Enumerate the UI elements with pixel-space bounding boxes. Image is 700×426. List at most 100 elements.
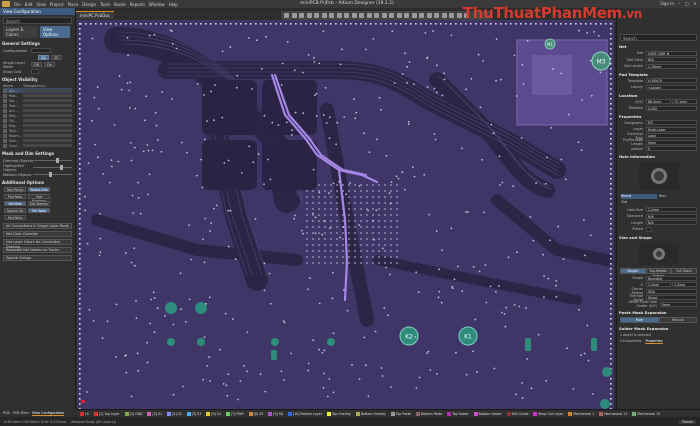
maximize-icon[interactable]: □ (684, 1, 690, 6)
masked-slider[interactable] (33, 172, 72, 177)
menu-item-edit[interactable]: Edit (25, 2, 33, 7)
offset-field[interactable]: 0mm (660, 301, 697, 307)
object-visibility-row[interactable]: Coor... (3, 143, 72, 148)
library-field[interactable]: <Local> (646, 84, 697, 90)
3d-button[interactable]: 3D (50, 55, 62, 60)
transparency-slider[interactable] (23, 129, 72, 132)
layer-tab[interactable]: [7] PWR (224, 411, 246, 417)
arc-icon[interactable] (419, 13, 424, 18)
pcb-canvas[interactable]: M3 M1 K2 K1 (77, 20, 614, 409)
option-toggle[interactable]: Special Str (4, 208, 26, 213)
menu-item-place[interactable]: Place (68, 2, 79, 7)
layer-tab[interactable]: [2] GND (123, 411, 145, 417)
net-section-header[interactable]: Net (619, 44, 698, 49)
view-configuration-tab[interactable]: View Configuration (31, 411, 65, 416)
solder-mask-header[interactable]: Solder Mask Expansion (619, 326, 698, 331)
layer-tab[interactable]: Drill Guide (505, 411, 531, 417)
layer-tab[interactable]: [10] Bottom Layer (286, 411, 324, 417)
hole-round-radio[interactable]: Round (621, 193, 657, 199)
simple-tab[interactable]: Simple (620, 267, 646, 274)
show-grid-toggle[interactable] (31, 69, 39, 74)
layer-tab[interactable]: [9] S6 (266, 411, 285, 417)
tab-view-options[interactable]: View Options (39, 26, 70, 38)
minimize-icon[interactable]: – (676, 1, 682, 6)
option-button[interactable]: Use Layer Colors for Connection Drawing (3, 239, 72, 249)
plated-checkbox[interactable] (646, 226, 652, 232)
align-icon[interactable] (314, 13, 319, 18)
layer-select[interactable]: Multi-Layer (646, 126, 697, 132)
room-icon[interactable] (404, 13, 409, 18)
mask-dim-header[interactable]: Mask and Dim Settings (2, 151, 73, 156)
menu-item-design[interactable]: Design (82, 2, 96, 7)
top-middle-bottom-tab[interactable]: Top-Middle-Bottom (645, 267, 672, 278)
3d-icon[interactable] (456, 13, 462, 18)
layer-tab[interactable]: Top Overlay (325, 411, 353, 417)
eye-icon[interactable] (3, 133, 7, 138)
rotation-field[interactable]: 0.000 (646, 105, 697, 111)
pcb-tab[interactable]: PCB (3, 411, 10, 415)
single-layer-off-button[interactable]: Off (31, 62, 43, 67)
location-header[interactable]: Location (619, 93, 698, 98)
component-icon[interactable] (321, 13, 327, 18)
pin-package-field[interactable]: 0mm (646, 139, 697, 145)
route-icon[interactable] (329, 13, 334, 18)
search-input[interactable]: Search (3, 17, 72, 24)
panels-button[interactable]: Panels (679, 419, 696, 424)
designator-field[interactable]: M3 (646, 120, 697, 125)
y-field[interactable]: 72.1mm (672, 99, 697, 104)
measure-icon[interactable] (389, 13, 394, 18)
layer-tab[interactable]: [8] S5 (247, 411, 266, 417)
add-icon[interactable] (291, 13, 297, 18)
layer-tab[interactable]: [6] S4 (204, 411, 223, 417)
layer-tab[interactable]: [3] S1 (145, 411, 164, 417)
hole-rect-radio[interactable]: Rect (659, 194, 695, 199)
option-toggle[interactable]: Via Span (28, 208, 50, 213)
properties-search-input[interactable]: Search (620, 34, 697, 41)
highlighted-slider[interactable] (33, 165, 72, 170)
dimension-icon[interactable] (381, 13, 387, 18)
full-stack-tab[interactable]: Full Stack (671, 267, 698, 274)
pad-icon[interactable] (426, 13, 432, 18)
layer-tab[interactable]: Keep-Out Layer (531, 411, 565, 417)
template-field[interactable]: c100h70 (646, 78, 697, 83)
option-button[interactable]: Net Color Override (3, 231, 72, 237)
transparency-slider[interactable] (23, 104, 72, 107)
components-tab[interactable]: Components (620, 339, 641, 344)
corner-radius-field[interactable]: 50% (646, 288, 697, 294)
object-visibility-header[interactable]: Object Visibility (2, 77, 73, 82)
layer-tab[interactable]: Top Solder (445, 411, 471, 417)
line-icon[interactable] (374, 13, 379, 18)
layer-tab[interactable]: LS (78, 411, 91, 417)
configuration-select[interactable] (31, 48, 51, 53)
eye-icon[interactable] (3, 123, 7, 128)
layer-tab[interactable]: Mechanical 15 (630, 411, 662, 417)
hole-info-header[interactable]: Hole information (619, 154, 698, 159)
menu-item-reports[interactable]: Reports (130, 2, 145, 7)
transparency-slider[interactable] (23, 134, 72, 137)
option-toggle[interactable]: Port Nets (4, 215, 26, 220)
length-field[interactable]: N/A (646, 220, 697, 225)
pad-template-header[interactable]: Pad Template (619, 72, 698, 77)
region-icon[interactable] (441, 13, 447, 18)
eye-icon[interactable] (3, 98, 7, 103)
menu-item-window[interactable]: Window (149, 2, 165, 7)
eye-icon[interactable] (3, 128, 7, 133)
tolerance-field[interactable]: N/A (646, 213, 697, 219)
net-field[interactable]: USB3_DDR_N (646, 50, 697, 56)
transparency-slider[interactable] (23, 109, 72, 112)
option-button[interactable]: Special Strings (3, 255, 72, 261)
layer-tab[interactable]: Bottom Paste (414, 411, 444, 417)
option-button[interactable]: Repeated Net Names on Tracks (3, 247, 72, 253)
layer-tab[interactable]: Bottom Overlay (354, 411, 388, 417)
layer-tab[interactable]: Mechanical 13 (597, 411, 629, 417)
menu-item-tools[interactable]: Tools (100, 2, 110, 7)
option-toggle[interactable]: Net Names (28, 201, 50, 206)
menu-item-view[interactable]: View (36, 2, 46, 7)
menu-item-help[interactable]: Help (169, 2, 178, 7)
sign-in-link[interactable]: Sign In (660, 1, 674, 6)
fill-icon[interactable] (351, 13, 357, 18)
layer-tab[interactable]: [1] Top Layer (92, 411, 122, 417)
paste-manual-toggle[interactable]: Manual (658, 316, 697, 323)
text-icon[interactable] (366, 13, 372, 18)
layer-tab[interactable]: Mechanical 1 (566, 411, 596, 417)
